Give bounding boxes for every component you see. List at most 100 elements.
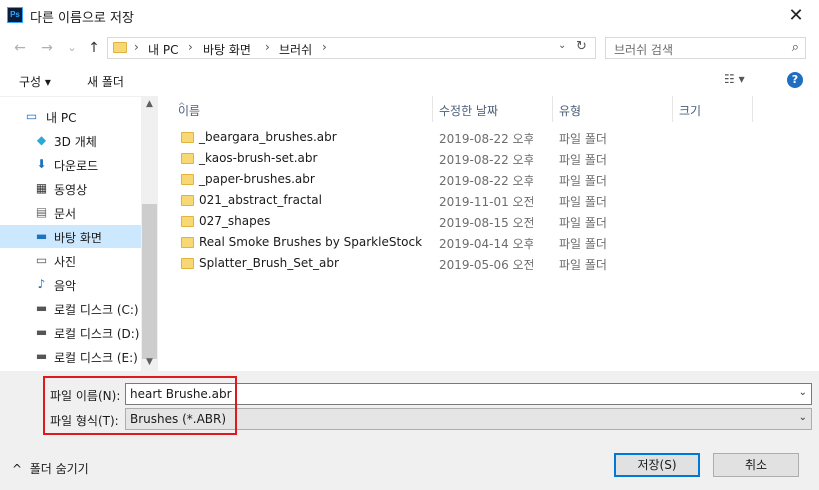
file-name: 027_shapes (199, 214, 271, 228)
photoshop-app-icon: Ps (7, 7, 23, 23)
file-date: 2019-08-22 오후... (439, 174, 533, 188)
sidebar-item-label: 3D 개체 (54, 135, 97, 149)
document-icon: ▤ (35, 205, 48, 219)
chevron-right-icon: › (188, 40, 193, 54)
file-date: 2019-11-01 오전... (439, 195, 533, 209)
back-button[interactable]: ← (11, 39, 29, 57)
file-row[interactable]: _kaos-brush-set.abr 2019-08-22 오후... 파일 … (178, 148, 818, 169)
sidebar-item-drive-e[interactable]: ▬ 로컬 디스크 (E:) (0, 345, 141, 368)
sidebar-item-3d-objects[interactable]: ◆ 3D 개체 (0, 129, 141, 152)
file-date: 2019-08-15 오전... (439, 216, 533, 230)
sidebar-scrollbar[interactable]: ▲ ▼ (141, 96, 158, 371)
drive-icon: ▬ (35, 325, 48, 339)
sidebar-item-videos[interactable]: ▦ 동영상 (0, 177, 141, 200)
file-type: 파일 폴더 (559, 174, 607, 188)
scroll-up-icon[interactable]: ▲ (141, 99, 158, 113)
drive-c-icon: ▬ (35, 301, 48, 315)
file-type: 파일 폴더 (559, 216, 607, 230)
column-header-name[interactable]: ^ 이름 (172, 96, 433, 122)
file-date: 2019-08-22 오후... (439, 153, 533, 167)
breadcrumb-brush[interactable]: 브러쉬 (279, 41, 312, 58)
sidebar-item-pictures[interactable]: ▭ 사진 (0, 249, 141, 272)
sidebar-item-music[interactable]: ♪ 음악 (0, 273, 141, 296)
file-type: 파일 폴더 (559, 132, 607, 146)
sidebar-item-label: 로컬 디스크 (D:) (54, 327, 140, 341)
view-options-icon[interactable]: ☷ ▾ (724, 72, 745, 86)
cancel-button[interactable]: 취소 (713, 453, 799, 477)
folder-icon (181, 132, 194, 143)
file-name: 021_abstract_fractal (199, 193, 322, 207)
up-button[interactable]: ↑ (85, 39, 103, 57)
sidebar-item-label: 문서 (54, 207, 77, 221)
sidebar-item-desktop[interactable]: ▬ 바탕 화면 (0, 225, 141, 248)
file-date: 2019-05-06 오전... (439, 258, 533, 272)
folder-icon (181, 153, 194, 164)
chevron-down-icon[interactable]: ⌄ (799, 412, 807, 423)
breadcrumb-desktop[interactable]: 바탕 화면 (203, 41, 251, 58)
highlight-annotation-box (43, 376, 237, 435)
forward-button[interactable]: → (38, 39, 56, 57)
sidebar-item-pc[interactable]: ▭ 내 PC (0, 105, 141, 128)
scroll-down-icon[interactable]: ▼ (141, 357, 158, 371)
download-icon: ⬇ (36, 157, 47, 171)
file-row[interactable]: Real Smoke Brushes by SparkleStock 2019-… (178, 232, 818, 253)
close-button[interactable]: ✕ (773, 0, 819, 31)
hide-folders-toggle[interactable]: ^ 폴더 숨기기 (12, 460, 89, 477)
sidebar-item-drive-c[interactable]: ▬ 로컬 디스크 (C:) (0, 297, 141, 320)
file-type: 파일 폴더 (559, 153, 607, 167)
sidebar-item-label: 바탕 화면 (54, 231, 102, 245)
column-header-date[interactable]: 수정한 날짜 (433, 96, 553, 122)
chevron-right-icon: › (322, 40, 327, 54)
file-name: _paper-brushes.abr (199, 172, 315, 186)
organize-button[interactable]: 구성 ▾ (19, 73, 51, 90)
sidebar-item-downloads[interactable]: ⬇ 다운로드 (0, 153, 141, 176)
file-type: 파일 폴더 (559, 237, 607, 251)
folder-icon (181, 174, 194, 185)
breadcrumb-pc[interactable]: 내 PC (148, 41, 178, 58)
help-icon[interactable]: ? (787, 72, 803, 88)
file-row[interactable]: Splatter_Brush_Set_abr 2019-05-06 오전... … (178, 253, 818, 274)
video-icon: ▦ (35, 181, 48, 195)
sidebar-item-label: 내 PC (46, 111, 77, 125)
file-list: ^ 이름 수정한 날짜 유형 크기 _beargara_brushes.abr … (158, 96, 819, 371)
address-bar[interactable]: › 내 PC › 바탕 화면 › 브러쉬 › ⌄ ↻ (107, 37, 596, 59)
column-header-size[interactable]: 크기 (673, 96, 753, 122)
file-name: _beargara_brushes.abr (199, 130, 337, 144)
sidebar-item-label: 로컬 디스크 (E:) (54, 351, 138, 365)
chevron-right-icon: › (265, 40, 270, 54)
refresh-icon[interactable]: ↻ (576, 39, 587, 54)
chevron-right-icon: › (134, 40, 139, 54)
3d-objects-icon: ◆ (36, 133, 47, 147)
navigation-pane: ▭ 내 PC ◆ 3D 개체 ⬇ 다운로드 ▦ 동영상 ▤ 문서 ▬ 바탕 화면… (0, 96, 158, 371)
file-row[interactable]: 021_abstract_fractal 2019-11-01 오전... 파일… (178, 190, 818, 211)
search-placeholder: 브러쉬 검색 (614, 43, 674, 57)
column-header-type[interactable]: 유형 (553, 96, 673, 122)
sidebar-item-drive-d[interactable]: ▬ 로컬 디스크 (D:) (0, 321, 141, 344)
hide-folders-label: 폴더 숨기기 (29, 462, 89, 476)
file-name: _kaos-brush-set.abr (199, 151, 318, 165)
save-form: 파일 이름(N): heart Brushe.abr ⌄ 파일 형식(T): B… (0, 371, 819, 490)
file-type: 파일 폴더 (559, 258, 607, 272)
file-row[interactable]: 027_shapes 2019-08-15 오전... 파일 폴더 (178, 211, 818, 232)
file-type: 파일 폴더 (559, 195, 607, 209)
recent-locations-button[interactable]: ⌄ (63, 39, 81, 57)
sidebar-item-label: 사진 (54, 255, 77, 269)
address-dropdown-icon[interactable]: ⌄ (558, 40, 566, 51)
pc-icon: ▭ (25, 109, 38, 123)
sidebar-item-documents[interactable]: ▤ 문서 (0, 201, 141, 224)
file-name: Real Smoke Brushes by SparkleStock (199, 235, 423, 249)
title-bar: Ps 다른 이름으로 저장 ✕ (0, 0, 819, 31)
save-button[interactable]: 저장(S) (614, 453, 700, 477)
scroll-thumb[interactable] (142, 204, 157, 359)
chevron-up-icon: ^ (12, 462, 23, 476)
file-row[interactable]: _beargara_brushes.abr 2019-08-22 오후... 파… (178, 127, 818, 148)
search-box[interactable]: 브러쉬 검색 ⌕ (605, 37, 806, 59)
search-icon[interactable]: ⌕ (792, 40, 799, 55)
music-icon: ♪ (37, 277, 46, 291)
window-title: 다른 이름으로 저장 (30, 11, 134, 26)
file-date: 2019-08-22 오후... (439, 132, 533, 146)
new-folder-button[interactable]: 새 폴더 (87, 73, 124, 90)
chevron-down-icon[interactable]: ⌄ (799, 387, 807, 398)
command-toolbar: 구성 ▾ 새 폴더 ☷ ▾ ? (0, 65, 819, 96)
file-row[interactable]: _paper-brushes.abr 2019-08-22 오후... 파일 폴… (178, 169, 818, 190)
